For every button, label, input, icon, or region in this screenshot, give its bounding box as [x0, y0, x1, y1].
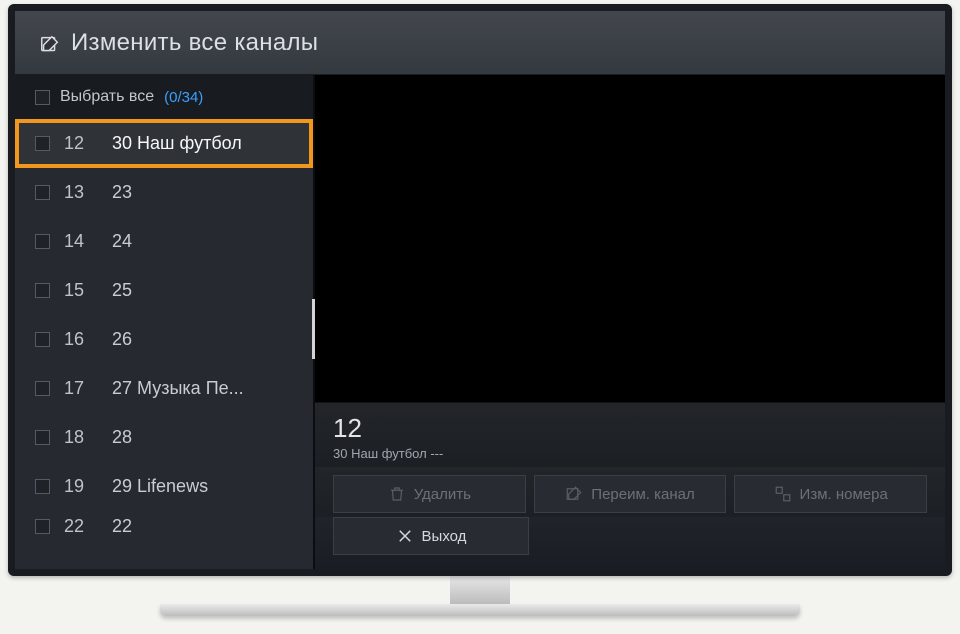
- select-all-count: (0/34): [164, 89, 203, 106]
- preview-info: 12 30 Наш футбол ---: [315, 402, 945, 467]
- select-all-row[interactable]: Выбрать все (0/34): [15, 75, 315, 119]
- channel-number: 15: [64, 280, 98, 301]
- channel-row[interactable]: 22 22: [15, 511, 313, 541]
- tv-frame: Изменить все каналы Выбрать все (0/34) 1…: [8, 4, 952, 576]
- exit-label: Выход: [422, 528, 467, 545]
- channel-row[interactable]: 19 29 Lifenews: [15, 462, 313, 511]
- channel-checkbox[interactable]: [35, 136, 50, 151]
- channel-checkbox[interactable]: [35, 332, 50, 347]
- channel-row[interactable]: 1525: [15, 266, 313, 315]
- channel-checkbox[interactable]: [35, 381, 50, 396]
- channel-list[interactable]: 1230 Наш футбол13231424152516261727 Музы…: [15, 119, 315, 569]
- channel-row[interactable]: 13 23: [15, 168, 313, 217]
- preview-video: [315, 119, 945, 402]
- channel-number: 18: [64, 427, 98, 448]
- channel-name: 22: [112, 516, 299, 537]
- channel-name: 30 Наш футбол: [112, 133, 299, 154]
- preview-pane: 12 30 Наш футбол --- Удалить Переим. кан…: [315, 119, 945, 569]
- channel-row[interactable]: 1626: [15, 315, 313, 364]
- scroll-indicator: [312, 299, 315, 359]
- channel-number: 13: [64, 182, 98, 203]
- channel-number: 19: [64, 476, 98, 497]
- preview-channel-number: 12: [333, 413, 927, 444]
- channel-name: 28: [112, 427, 299, 448]
- channel-number: 16: [64, 329, 98, 350]
- header: Изменить все каналы: [15, 11, 945, 75]
- edit-icon: [565, 485, 583, 503]
- preview-upper: [315, 75, 945, 119]
- action-bar-2: Выход: [315, 517, 945, 569]
- channel-checkbox[interactable]: [35, 234, 50, 249]
- channel-name: 25: [112, 280, 299, 301]
- channel-name: 23: [112, 182, 299, 203]
- rename-label: Переим. канал: [591, 486, 694, 503]
- renumber-icon: [774, 485, 792, 503]
- channel-checkbox[interactable]: [35, 185, 50, 200]
- channel-number: 17: [64, 378, 98, 399]
- channel-checkbox[interactable]: [35, 430, 50, 445]
- channel-row[interactable]: 12 30 Наш футбол: [15, 119, 313, 168]
- channel-name: 26: [112, 329, 299, 350]
- renumber-button[interactable]: Изм. номера: [734, 475, 927, 513]
- channel-name: 27 Музыка Пе...: [112, 378, 299, 399]
- channel-number: 12: [64, 133, 98, 154]
- exit-button[interactable]: Выход: [333, 517, 529, 555]
- channel-checkbox[interactable]: [35, 283, 50, 298]
- channel-checkbox[interactable]: [35, 479, 50, 494]
- delete-button[interactable]: Удалить: [333, 475, 526, 513]
- channel-number: 14: [64, 231, 98, 252]
- renumber-label: Изм. номера: [800, 486, 888, 503]
- page-title: Изменить все каналы: [71, 29, 318, 57]
- trash-icon: [388, 485, 406, 503]
- select-all-checkbox[interactable]: [35, 90, 50, 105]
- channel-name: 24: [112, 231, 299, 252]
- channel-row[interactable]: 14 24: [15, 217, 313, 266]
- preview-channel-title: 30 Наш футбол ---: [333, 446, 927, 461]
- channel-row[interactable]: 17 27 Музыка Пе...: [15, 364, 313, 413]
- close-icon: [396, 527, 414, 545]
- delete-label: Удалить: [414, 486, 471, 503]
- action-bar: Удалить Переим. канал Изм. номера: [315, 467, 945, 517]
- edit-icon: [39, 34, 57, 52]
- channel-checkbox[interactable]: [35, 519, 50, 534]
- select-all-label: Выбрать все: [60, 88, 154, 106]
- tv-stand-base: [160, 604, 800, 616]
- channel-name: 29 Lifenews: [112, 476, 299, 497]
- channel-row[interactable]: 1828: [15, 413, 313, 462]
- rename-button[interactable]: Переим. канал: [534, 475, 727, 513]
- tv-stand-neck: [450, 576, 510, 604]
- channel-number: 22: [64, 516, 98, 537]
- screen: Изменить все каналы Выбрать все (0/34) 1…: [15, 11, 945, 569]
